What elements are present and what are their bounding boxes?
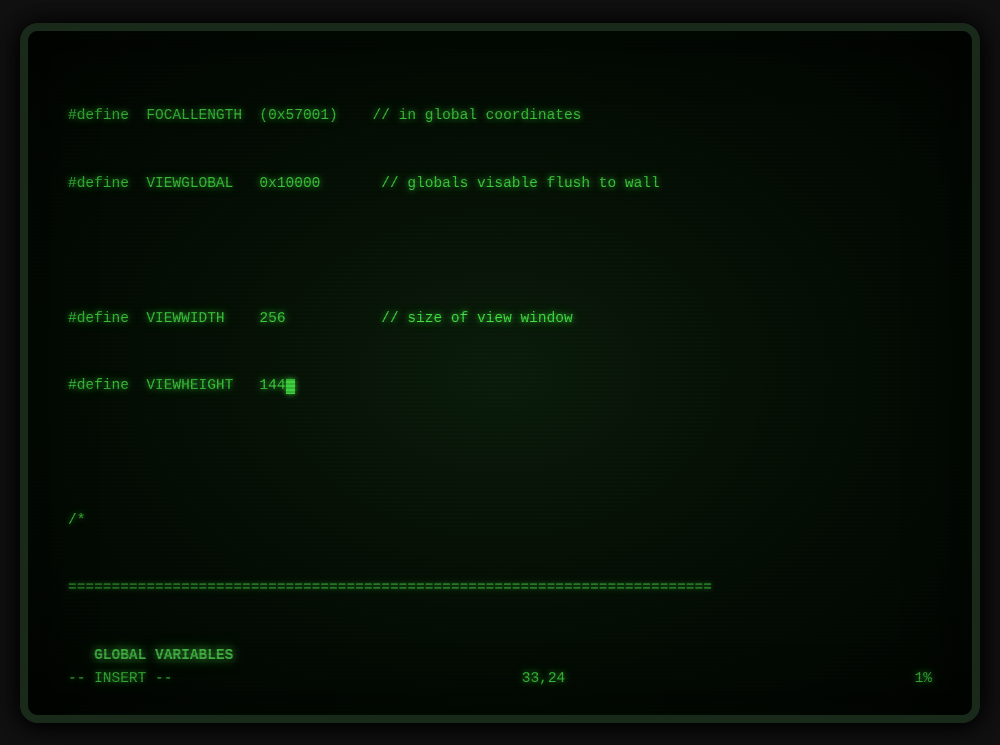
- dashed-separator-2: ========================================…: [68, 715, 712, 722]
- terminal-content: #define FOCALLENGTH (0x57001) // in glob…: [68, 61, 932, 685]
- code-text: #define VIEWGLOBAL 0x10000 // globals vi…: [68, 176, 660, 192]
- code-line-2: #define VIEWGLOBAL 0x10000 // globals vi…: [68, 173, 932, 195]
- code-text: /*: [68, 513, 85, 529]
- code-line-9: GLOBAL VARIABLES: [68, 645, 932, 667]
- vim-mode: -- INSERT --: [68, 671, 172, 687]
- code-line-4: #define VIEWWIDTH 256 // size of view wi…: [68, 308, 932, 330]
- code-line-7: /*: [68, 510, 932, 532]
- code-line-8: ========================================…: [68, 577, 932, 599]
- code-text: #define VIEWWIDTH 256 // size of view wi…: [68, 311, 573, 327]
- code-line-5: #define VIEWHEIGHT 144: [68, 375, 932, 397]
- code-line-3: [68, 240, 932, 262]
- code-text: #define FOCALLENGTH (0x57001) // in glob…: [68, 108, 581, 124]
- cursor-position: 33,24: [522, 671, 566, 687]
- status-bar: -- INSERT -- 33,24 1%: [68, 671, 932, 687]
- code-line-1: #define FOCALLENGTH (0x57001) // in glob…: [68, 105, 932, 127]
- code-line-10: ========================================…: [68, 712, 932, 722]
- code-line-6: [68, 442, 932, 464]
- monitor: #define FOCALLENGTH (0x57001) // in glob…: [20, 23, 980, 723]
- scroll-percent: 1%: [915, 671, 932, 687]
- section-label: GLOBAL VARIABLES: [68, 648, 233, 664]
- code-text: #define VIEWHEIGHT 144: [68, 378, 286, 394]
- dashed-separator: ========================================…: [68, 580, 712, 596]
- text-cursor: [286, 379, 295, 394]
